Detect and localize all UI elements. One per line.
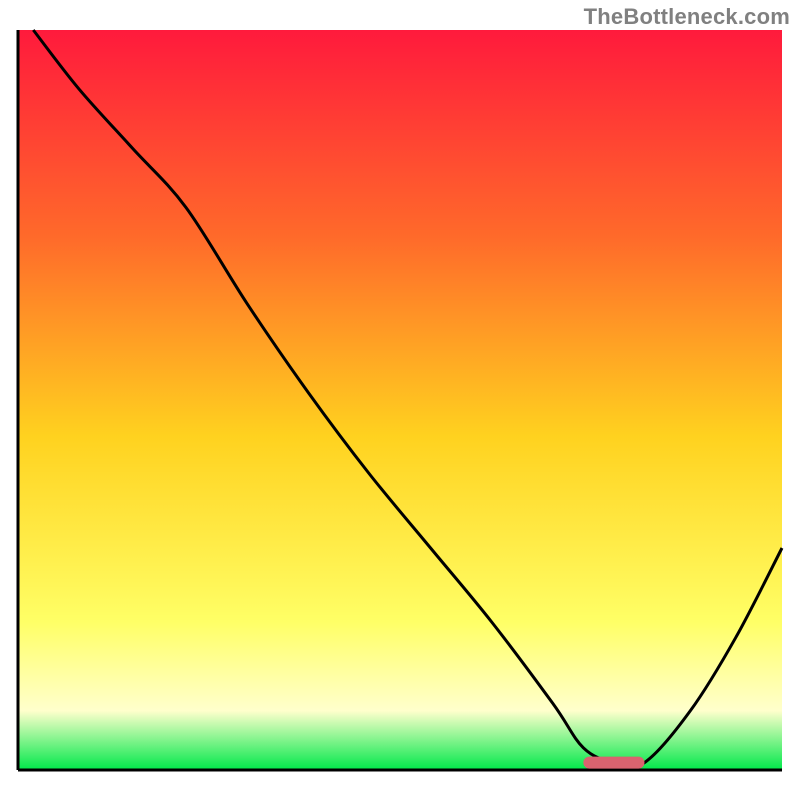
heatmap-gradient [18, 30, 782, 770]
optimal-marker [583, 757, 644, 769]
chart-svg [0, 0, 800, 800]
bottleneck-chart: TheBottleneck.com [0, 0, 800, 800]
watermark-text: TheBottleneck.com [584, 4, 790, 30]
